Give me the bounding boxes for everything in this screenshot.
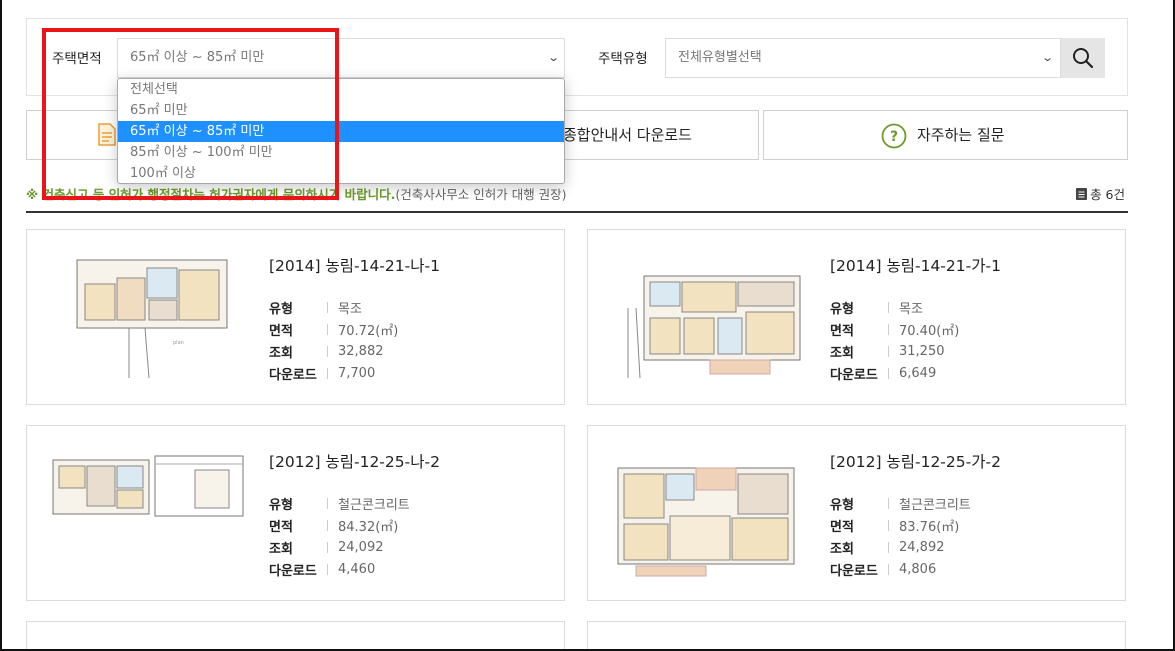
spec-downloads-value: 6,649 xyxy=(899,365,937,381)
spec-type-value: 목조 xyxy=(899,301,923,317)
search-button[interactable] xyxy=(1061,38,1105,78)
spec-downloads-value: 4,460 xyxy=(338,561,376,577)
spec-area-label: 면적 xyxy=(830,323,854,339)
spec-type-label: 유형 xyxy=(830,301,854,317)
dropdown-option[interactable]: 전체선택 xyxy=(118,79,564,100)
spec-downloads-value: 7,700 xyxy=(338,365,376,381)
notice-sub: (건축사사무소 인허가 대행 권장) xyxy=(395,187,567,202)
card-title[interactable]: [2012] 농림-12-25-가-2 xyxy=(830,450,1001,472)
search-icon xyxy=(1073,48,1094,69)
notice-main: ※ 건축신고 등 인허가 행정절차는 허가권자에게 문의하시기 바랍니다. xyxy=(26,187,396,202)
type-filter-label: 주택유형 xyxy=(598,51,648,67)
card-specs: 유형 철근콘크리트 면적 83.76(㎡) 조회 24,892 다운로드 4,806 xyxy=(830,492,971,580)
type-select[interactable]: 전체유형별선택 ⌄ xyxy=(665,38,1061,78)
spec-type-label: 유형 xyxy=(269,497,293,513)
spec-area-value: 84.32(㎡) xyxy=(338,519,399,535)
area-select[interactable]: 65㎡ 이상 ~ 85㎡ 미만 ⌄ xyxy=(117,38,565,78)
spec-downloads-value: 4,806 xyxy=(899,561,937,577)
spec-type-value: 목조 xyxy=(338,301,362,317)
house-card[interactable]: [2012] 농림-12-25-가-2 유형 철근콘크리트 면적 83.76(㎡) … xyxy=(587,425,1126,601)
floor-plan-image xyxy=(627,275,801,379)
spec-type-label: 유형 xyxy=(269,301,293,317)
house-card[interactable]: plan [2014] 농림-14-21-나-1 유형 목조 면적 70.72(㎡)… xyxy=(26,229,565,405)
card-title[interactable]: [2012] 농림-12-25-나-2 xyxy=(269,450,440,472)
faq-button[interactable]: ? 자주하는 질문 xyxy=(763,110,1128,160)
dropdown-option[interactable]: 65㎡ 미만 xyxy=(118,100,564,121)
spec-views-label: 조회 xyxy=(830,345,854,361)
dropdown-option[interactable]: 85㎡ 이상 ~ 100㎡ 미만 xyxy=(118,142,564,163)
area-filter-label: 주택면적 xyxy=(52,51,102,67)
spec-area-label: 면적 xyxy=(269,323,293,339)
card-specs: 유형 목조 면적 70.40(㎡) 조회 31,250 다운로드 6,649 xyxy=(830,296,959,384)
spec-type-label: 유형 xyxy=(830,497,854,513)
card-title[interactable]: [2014] 농림-14-21-나-1 xyxy=(269,254,440,276)
spec-area-label: 면적 xyxy=(269,519,293,535)
download-guide-label: 종합안내서 다운로드 xyxy=(563,126,692,144)
floor-plan-image xyxy=(52,455,244,517)
spec-views-value: 24,892 xyxy=(899,539,945,555)
floor-plan-image: plan xyxy=(76,259,228,379)
spec-type-value: 철근콘크리트 xyxy=(338,497,410,513)
card-specs: 유형 목조 면적 70.72(㎡) 조회 32,882 다운로드 7,700 xyxy=(269,296,398,384)
spec-downloads-label: 다운로드 xyxy=(269,367,317,383)
list-icon xyxy=(1076,188,1088,200)
spec-area-label: 면적 xyxy=(830,519,854,535)
total-count: 총 6건 xyxy=(1076,184,1125,203)
svg-text:?: ? xyxy=(890,129,898,145)
dropdown-option[interactable]: 65㎡ 이상 ~ 85㎡ 미만 xyxy=(118,121,564,142)
spec-views-value: 32,882 xyxy=(338,343,384,359)
type-select-value: 전체유형별선택 xyxy=(678,50,762,65)
spec-downloads-label: 다운로드 xyxy=(830,563,878,579)
svg-text:plan: plan xyxy=(173,340,184,346)
dropdown-option[interactable]: 100㎡ 이상 xyxy=(118,163,564,183)
question-circle-icon: ? xyxy=(881,123,907,149)
chevron-down-icon: ⌄ xyxy=(546,51,560,64)
spec-area-value: 70.40(㎡) xyxy=(899,323,960,339)
area-dropdown-list[interactable]: 전체선택 65㎡ 미만 65㎡ 이상 ~ 85㎡ 미만 85㎡ 이상 ~ 100… xyxy=(117,78,565,184)
spec-views-label: 조회 xyxy=(269,345,293,361)
faq-label: 자주하는 질문 xyxy=(917,126,1005,144)
spec-downloads-label: 다운로드 xyxy=(269,563,317,579)
chevron-down-icon: ⌄ xyxy=(1040,51,1054,64)
spec-views-value: 24,092 xyxy=(338,539,384,555)
spec-type-value: 철근콘크리트 xyxy=(899,497,971,513)
house-card[interactable] xyxy=(26,621,565,651)
divider xyxy=(26,211,1128,213)
document-icon xyxy=(98,123,116,146)
notice-text: ※ 건축신고 등 인허가 행정절차는 허가권자에게 문의하시기 바랍니다.(건축… xyxy=(26,184,567,203)
spec-area-value: 83.76(㎡) xyxy=(899,519,960,535)
spec-area-value: 70.72(㎡) xyxy=(338,323,399,339)
spec-views-label: 조회 xyxy=(269,541,293,557)
house-card[interactable]: [2012] 농림-12-25-나-2 유형 철근콘크리트 면적 84.32(㎡) … xyxy=(26,425,565,601)
spec-views-label: 조회 xyxy=(830,541,854,557)
card-specs: 유형 철근콘크리트 면적 84.32(㎡) 조회 24,092 다운로드 4,460 xyxy=(269,492,410,580)
house-card[interactable]: [2014] 농림-14-21-가-1 유형 목조 면적 70.40(㎡) 조회 31… xyxy=(587,229,1126,405)
card-title[interactable]: [2014] 농림-14-21-가-1 xyxy=(830,254,1001,276)
area-select-value: 65㎡ 이상 ~ 85㎡ 미만 xyxy=(130,50,265,65)
house-card[interactable] xyxy=(587,621,1126,651)
spec-downloads-label: 다운로드 xyxy=(830,367,878,383)
floor-plan-image xyxy=(617,467,795,577)
spec-views-value: 31,250 xyxy=(899,343,945,359)
total-count-value: 총 6건 xyxy=(1090,187,1125,202)
